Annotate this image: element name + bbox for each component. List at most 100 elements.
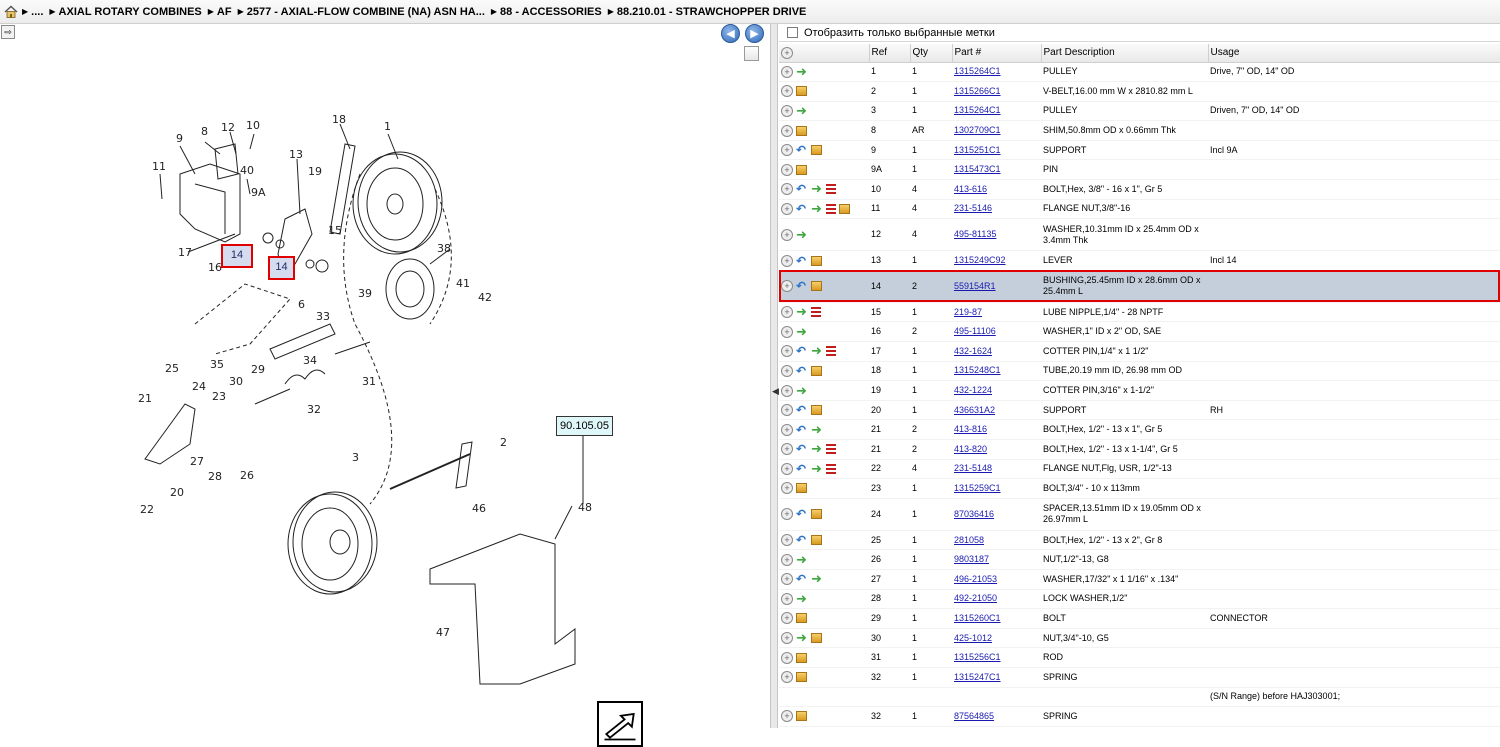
expand-row-icon[interactable]: +	[781, 228, 793, 241]
table-row[interactable]: +32 1 87564865 SPRING	[779, 706, 1500, 727]
return-arrow-icon[interactable]: ↶	[796, 183, 808, 195]
collapse-arrow-icon[interactable]: ◀	[772, 386, 779, 397]
expand-row-icon[interactable]: +	[781, 163, 793, 176]
header-expand[interactable]: +	[779, 44, 870, 63]
next-arrow-icon[interactable]: ▶	[745, 24, 764, 43]
package-icon[interactable]	[796, 711, 807, 722]
return-arrow-icon[interactable]: ↶	[796, 255, 808, 267]
list-icon[interactable]	[826, 346, 836, 357]
package-icon[interactable]	[796, 164, 807, 175]
part-number-link[interactable]: 413-616	[954, 184, 987, 194]
table-row[interactable]: (S/N Range) before HAJ303001;	[779, 687, 1500, 708]
table-row[interactable]: + ↶ 9 1 1315251C1 SUPPORT Incl 9A	[779, 140, 1500, 161]
table-row[interactable]: + ➜ 19 1 432-1224 COTTER PIN,3/16" x 1-1/2"	[779, 380, 1500, 401]
header-usage[interactable]: Usage	[1208, 44, 1500, 63]
part-number-link[interactable]: 1302709C1	[954, 125, 1001, 135]
part-number-link[interactable]: 492-21050	[954, 593, 997, 603]
table-row[interactable]: + ↶ 20 1 436631A2 SUPPORT RH	[779, 400, 1500, 421]
expand-row-icon[interactable]: +	[781, 345, 793, 358]
list-icon[interactable]	[826, 444, 836, 455]
list-icon[interactable]	[811, 307, 821, 318]
header-qty[interactable]: Qty	[910, 44, 953, 63]
forward-arrow-icon[interactable]: ➜	[811, 423, 823, 436]
return-arrow-icon[interactable]: ↶	[796, 404, 808, 416]
return-arrow-icon[interactable]: ↶	[796, 365, 808, 377]
part-number-link[interactable]: 1315249C92	[954, 255, 1006, 265]
table-row[interactable]: + ↶ 14 2 559154R1 BUSHING,25.45mm ID x 28.6mm…	[779, 270, 1500, 303]
forward-arrow-icon[interactable]: ➜	[796, 228, 808, 241]
table-row[interactable]: + ↶ ➜ 11 4 231-5146 FLANGE NUT,3/8"-16	[779, 199, 1500, 220]
table-row[interactable]: + ➜ 3 1 1315264C1 PULLEY Driven, 7" OD, 14" OD	[779, 101, 1500, 122]
part-number-link[interactable]: 425-1012	[954, 633, 992, 643]
part-number-link[interactable]: 1315247C1	[954, 672, 1001, 682]
package-icon[interactable]	[811, 365, 822, 376]
table-row[interactable]: +29 1 1315260C1 BOLT CONNECTOR	[779, 608, 1500, 629]
part-number-link[interactable]: 495-11106	[954, 326, 996, 336]
expand-row-icon[interactable]: +	[781, 183, 793, 196]
breadcrumb-item[interactable]: ▶ 88.210.01 - STRAWCHOPPER DRIVE	[608, 6, 807, 18]
go-to-section-arrow-icon[interactable]	[597, 701, 643, 747]
breadcrumb-item[interactable]: ▶ 2577 - AXIAL-FLOW COMBINE (NA) ASN HA..…	[238, 6, 485, 18]
expand-row-icon[interactable]: +	[781, 592, 793, 605]
expand-row-icon[interactable]: +	[781, 443, 793, 456]
table-row[interactable]: +31 1 1315256C1 ROD	[779, 647, 1500, 668]
return-arrow-icon[interactable]: ↶	[796, 144, 808, 156]
table-row[interactable]: + ↶ ➜ 22 4 231-5148 FLANGE NUT,Flg, USR, 1/2"-…	[779, 459, 1500, 480]
return-arrow-icon[interactable]: ↶	[796, 573, 808, 585]
expand-row-icon[interactable]: +	[781, 553, 793, 566]
table-row[interactable]: + ↶ ➜ 10 4 413-616 BOLT,Hex, 3/8" - 16 x 1", G…	[779, 179, 1500, 200]
package-icon[interactable]	[796, 613, 807, 624]
list-icon[interactable]	[826, 203, 836, 214]
table-row[interactable]: + ↶ 24 1 87036416 SPACER,13.51mm ID x 19.05mm…	[779, 498, 1500, 531]
part-number-link[interactable]: 9803187	[954, 554, 989, 564]
package-icon[interactable]	[796, 483, 807, 494]
expand-row-icon[interactable]: +	[781, 671, 793, 684]
table-row[interactable]: + ➜ 26 1 9803187 NUT,1/2"-13, G8	[779, 549, 1500, 570]
return-arrow-icon[interactable]: ↶	[796, 280, 808, 292]
forward-arrow-icon[interactable]: ➜	[796, 553, 808, 566]
return-arrow-icon[interactable]: ↶	[796, 534, 808, 546]
forward-arrow-icon[interactable]: ➜	[811, 442, 823, 455]
table-row[interactable]: + ↶ ➜ 27 1 496-21053 WASHER,17/32" x 1 1/16" x…	[779, 569, 1500, 590]
expand-row-icon[interactable]: +	[781, 423, 793, 436]
expand-row-icon[interactable]: +	[781, 85, 793, 98]
return-arrow-icon[interactable]: ↶	[796, 443, 808, 455]
table-row[interactable]: + ➜ 1 1 1315264C1 PULLEY Drive, 7" OD, 14" OD	[779, 62, 1500, 83]
part-number-link[interactable]: 432-1624	[954, 346, 992, 356]
expand-row-icon[interactable]: +	[781, 632, 793, 645]
part-number-link[interactable]: 1315260C1	[954, 613, 1001, 623]
table-row[interactable]: +9A 1 1315473C1 PIN	[779, 159, 1500, 181]
table-row[interactable]: + ➜ 28 1 492-21050 LOCK WASHER,1/2"	[779, 589, 1500, 610]
expand-row-icon[interactable]: +	[781, 651, 793, 664]
table-row[interactable]: + ↶ ➜ 21 2 413-820 BOLT,Hex, 1/2" - 13 x 1-1/4…	[779, 439, 1500, 460]
list-icon[interactable]	[826, 184, 836, 195]
breadcrumb-item[interactable]: ▶ AF	[208, 6, 232, 18]
package-icon[interactable]	[811, 405, 822, 416]
part-number-link[interactable]: 1315473C1	[954, 164, 1001, 174]
table-row[interactable]: +32 1 1315247C1 SPRING	[779, 667, 1500, 688]
forward-arrow-icon[interactable]: ➜	[796, 592, 808, 605]
part-number-link[interactable]: 1315248C1	[954, 365, 1001, 375]
part-number-link[interactable]: 1315266C1	[954, 86, 1001, 96]
expand-row-icon[interactable]: +	[781, 612, 793, 625]
part-number-link[interactable]: 413-820	[954, 444, 987, 454]
expand-row-icon[interactable]: +	[781, 482, 793, 495]
expand-row-icon[interactable]: +	[781, 573, 793, 586]
view-toggle-checkbox[interactable]	[744, 46, 759, 61]
table-row[interactable]: + ↶ ➜ 17 1 432-1624 COTTER PIN,1/4" x 1 1/2"	[779, 341, 1500, 362]
forward-arrow-icon[interactable]: ➜	[796, 384, 808, 397]
table-row[interactable]: + ➜ 16 2 495-11106 WASHER,1" ID x 2" OD, SAE	[779, 321, 1500, 343]
part-number-link[interactable]: 496-21053	[954, 574, 997, 584]
expand-row-icon[interactable]: +	[781, 384, 793, 397]
part-number-link[interactable]: 1315259C1	[954, 483, 1001, 493]
show-selected-only-checkbox[interactable]	[787, 27, 798, 38]
expand-row-icon[interactable]: +	[781, 124, 793, 137]
breadcrumb-item[interactable]: ▶....	[22, 6, 43, 18]
table-row[interactable]: + ↶ 13 1 1315249C92 LEVER Incl 14	[779, 250, 1500, 271]
part-number-link[interactable]: 413-816	[954, 424, 987, 434]
expand-icon[interactable]: ⇨	[1, 25, 15, 39]
expand-row-icon[interactable]: +	[781, 306, 793, 319]
package-icon[interactable]	[811, 281, 822, 292]
part-number-link[interactable]: 1315256C1	[954, 652, 1001, 662]
expand-row-icon[interactable]: +	[781, 508, 793, 521]
